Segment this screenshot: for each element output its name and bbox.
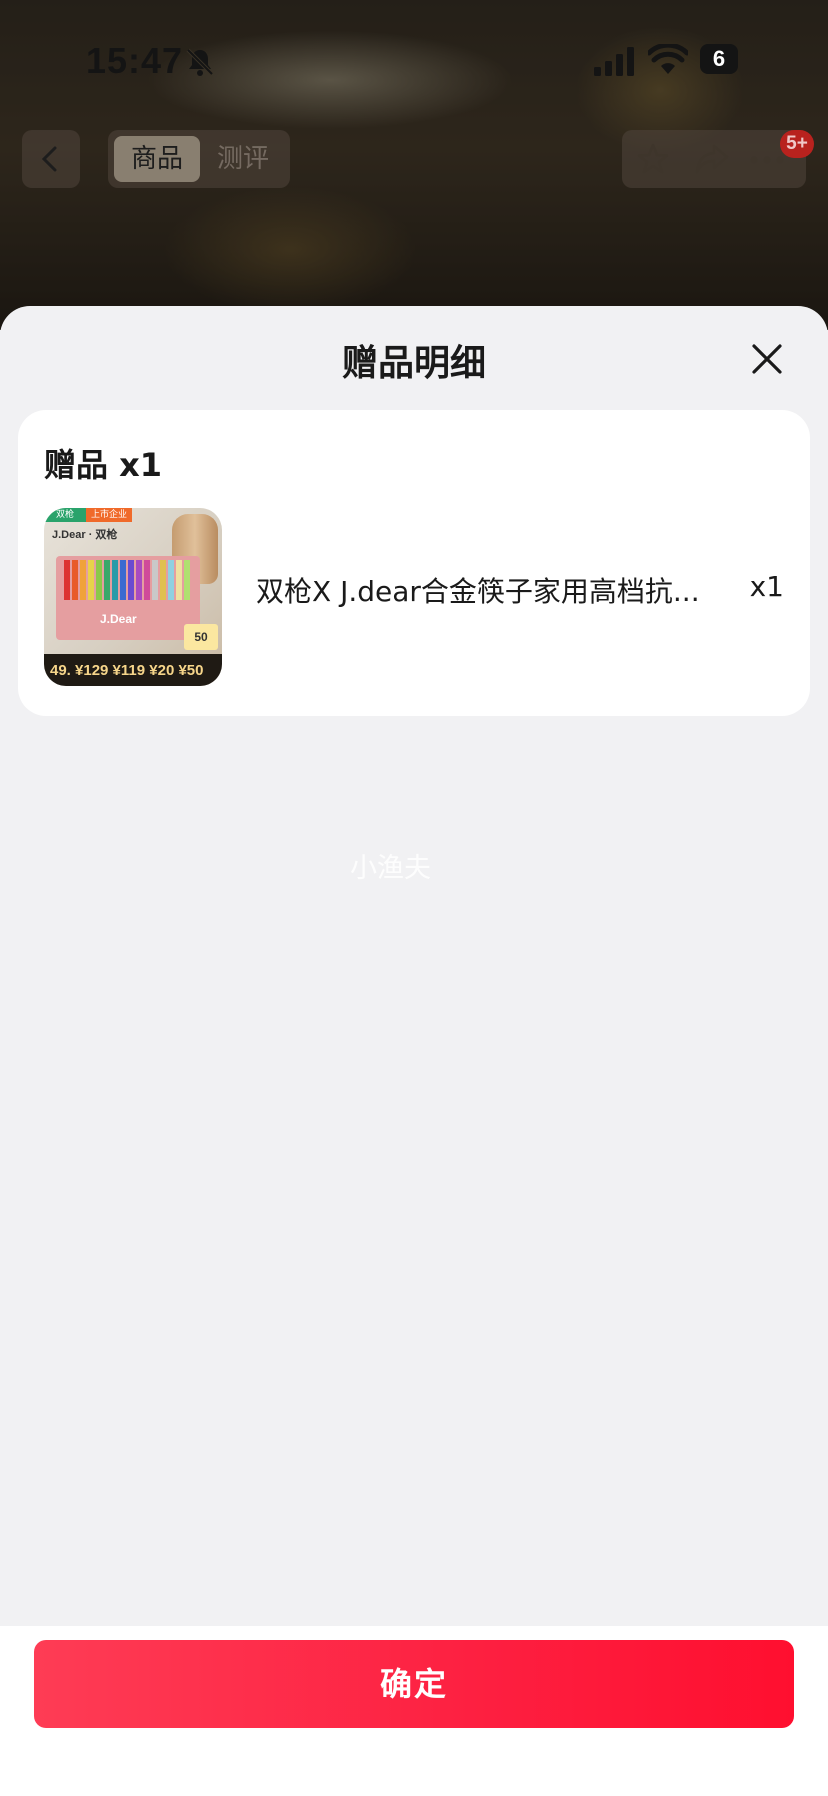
share-icon[interactable] <box>694 142 730 176</box>
thumb-box-logo: J.Dear <box>100 612 137 626</box>
more-badge: 5+ <box>780 130 814 158</box>
close-icon[interactable] <box>746 338 788 380</box>
star-icon[interactable] <box>636 142 670 176</box>
watermark: 小渔夫 <box>350 853 431 884</box>
nav-actions <box>622 130 806 188</box>
status-bar: 15:47 6 <box>0 28 828 98</box>
status-time: 15:47 <box>86 40 184 81</box>
footer: 确定 <box>0 1626 828 1796</box>
wifi-icon <box>648 44 688 74</box>
gift-quantity: x1 <box>749 570 784 603</box>
bell-off-icon <box>186 48 214 76</box>
tab-product[interactable]: 商品 <box>114 136 200 182</box>
gift-thumbnail[interactable]: 双枪 上市企业 J.Dear · 双枪 J.Dear 50 49. ¥129 ¥… <box>44 508 222 686</box>
gift-details-sheet: 赠品明细 赠品 x1 双枪 上市企业 J.Dear · 双枪 J.Dear 50… <box>0 306 828 1796</box>
confirm-button[interactable]: 确定 <box>34 1640 794 1728</box>
battery-icon: 6 <box>700 44 738 74</box>
thumb-price-strip: 49. ¥129 ¥119 ¥20 ¥50 <box>44 654 222 686</box>
page-tabs: 商品 测评 <box>108 130 290 188</box>
sheet-title: 赠品明细 <box>341 343 486 384</box>
thumb-tag-brand: 双枪 <box>44 508 86 522</box>
thumb-tag-listed: 上市企业 <box>86 508 132 522</box>
thumb-prices: 49. ¥129 ¥119 ¥20 ¥50 <box>50 662 204 679</box>
gift-name: 双枪X J.dear合金筷子家用高档抗... <box>256 575 700 608</box>
thumb-brand: J.Dear · 双枪 <box>52 529 118 541</box>
chopsticks-icon <box>64 560 190 600</box>
back-button[interactable] <box>22 130 80 188</box>
gift-count-heading: 赠品 x1 <box>44 446 163 484</box>
gift-card: 赠品 x1 双枪 上市企业 J.Dear · 双枪 J.Dear 50 49. … <box>18 410 810 716</box>
more-icon[interactable] <box>750 156 784 164</box>
signal-icon <box>594 47 634 76</box>
tab-review[interactable]: 测评 <box>200 136 286 182</box>
gift-item[interactable]: 双枪 上市企业 J.Dear · 双枪 J.Dear 50 49. ¥129 ¥… <box>44 508 784 686</box>
screen: 15:47 6 商品 测评 5+ 赠品明细 赠品 x1 双枪 上市企业 J.De… <box>0 0 828 1796</box>
back-icon <box>41 146 57 172</box>
thumb-count-badge: 50 <box>184 624 218 650</box>
product-nav-bar: 商品 测评 <box>0 130 828 192</box>
